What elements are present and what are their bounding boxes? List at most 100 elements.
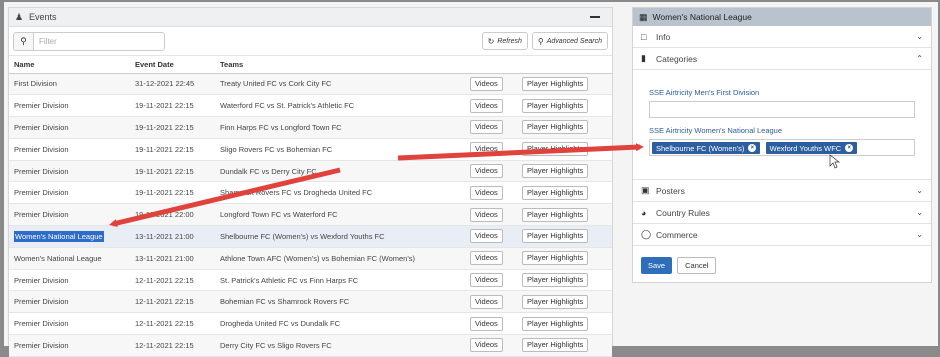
accordion-categories[interactable]: ▮ Categories ⌃ (633, 48, 931, 70)
videos-button[interactable]: Videos (470, 338, 503, 353)
cancel-button[interactable]: Cancel (677, 257, 717, 274)
player-highlights-button[interactable]: Player Highlights (522, 142, 589, 157)
videos-button[interactable]: Videos (470, 294, 503, 309)
accordion-country-rules[interactable]: ◕ Country Rules ⌄ (633, 202, 931, 224)
player-highlights-button[interactable]: Player Highlights (522, 316, 589, 331)
cell-event-date: 13-11-2021 21:00 (130, 247, 215, 270)
cell-videos: Videos (465, 312, 517, 336)
cell-event-date: 31-12-2021 22:45 (130, 73, 215, 96)
cell-highlights: Player Highlights (517, 290, 612, 314)
table-row[interactable]: Premier Division 12-11-2021 22:15 St. Patr… (9, 269, 612, 292)
cell-highlights: Player Highlights (517, 94, 612, 118)
column-header-event-date[interactable]: Event Date (130, 56, 215, 74)
player-highlights-button[interactable]: Player Highlights (522, 76, 589, 91)
cell-videos: Videos (465, 181, 517, 205)
player-highlights-button[interactable]: Player Highlights (522, 338, 589, 353)
save-button[interactable]: Save (641, 257, 673, 274)
detail-title: Women's National League (652, 12, 752, 22)
cell-highlights: Player Highlights (517, 225, 612, 248)
table-row[interactable]: Premier Division 19-11-2021 22:15 Shamrock… (9, 181, 612, 205)
column-header-highlights (517, 56, 612, 74)
player-highlights-button[interactable]: Player Highlights (522, 294, 589, 309)
cell-name: Premier Division (9, 94, 130, 118)
cell-name: Women's National League (9, 225, 130, 248)
cell-teams: Finn Harps FC vs Longford Town FC (215, 116, 465, 139)
cell-name: Premier Division (9, 203, 130, 227)
accordion-info[interactable]: □ Info ⌄ (633, 26, 931, 48)
events-title: Events (29, 12, 57, 22)
videos-button[interactable]: Videos (470, 207, 503, 222)
form-actions: Save Cancel (641, 257, 717, 274)
category-men-first-division-input[interactable] (649, 101, 915, 118)
videos-button[interactable]: Videos (470, 316, 503, 331)
videos-button[interactable]: Videos (470, 164, 503, 179)
cell-teams: Shelbourne FC (Women's) vs Wexford Youth… (215, 225, 465, 248)
advanced-search-label: Advanced Search (546, 37, 602, 45)
column-header-teams[interactable]: Teams (215, 56, 465, 74)
remove-tag-icon[interactable]: × (748, 144, 757, 152)
remove-tag-icon[interactable]: × (845, 144, 854, 152)
accordion-info-label: Info (656, 31, 671, 42)
cell-name: Premier Division (9, 334, 130, 357)
accordion-posters[interactable]: ▣ Posters ⌄ (633, 180, 931, 202)
cell-event-date: 19-11-2021 22:15 (130, 116, 215, 139)
table-row[interactable]: Premier Division 19-11-2021 22:15 Dundalk … (9, 160, 612, 183)
player-highlights-button[interactable]: Player Highlights (522, 185, 589, 200)
cell-name: Premier Division (9, 181, 130, 205)
users-icon: ♟ (15, 12, 24, 22)
cell-highlights: Player Highlights (517, 73, 612, 96)
table-row[interactable]: Premier Division 19-11-2021 22:00 Longford… (9, 203, 612, 227)
videos-button[interactable]: Videos (470, 229, 503, 244)
accordion-country-rules-label: Country Rules (656, 207, 710, 218)
table-row[interactable]: Premier Division 12-11-2021 22:15 Derry Ci… (9, 334, 612, 357)
player-highlights-button[interactable]: Player Highlights (522, 98, 589, 113)
events-panel: ♟ Events ⚲ ↻Refresh ⚲Advanced Search Nam… (8, 7, 613, 357)
videos-button[interactable]: Videos (470, 185, 503, 200)
cell-videos: Videos (465, 247, 517, 270)
player-highlights-button[interactable]: Player Highlights (522, 229, 589, 244)
cell-name: Premier Division (9, 312, 130, 336)
videos-button[interactable]: Videos (470, 98, 503, 113)
videos-button[interactable]: Videos (470, 120, 503, 135)
videos-button[interactable]: Videos (470, 76, 503, 91)
column-header-videos (465, 56, 517, 74)
cell-event-date: 13-11-2021 21:00 (130, 225, 215, 248)
player-highlights-button[interactable]: Player Highlights (522, 251, 589, 266)
cell-event-date: 19-11-2021 22:00 (130, 203, 215, 227)
cell-name: First Division (9, 73, 130, 96)
cell-teams: Longford Town FC vs Waterford FC (215, 203, 465, 227)
table-row[interactable]: Premier Division 19-11-2021 22:15 Waterfor… (9, 94, 612, 118)
cell-highlights: Player Highlights (517, 334, 612, 357)
events-header: ♟ Events (9, 8, 612, 27)
column-header-name[interactable]: Name (9, 56, 130, 74)
filter-input[interactable] (34, 32, 164, 50)
videos-button[interactable]: Videos (470, 251, 503, 266)
cell-name: Premier Division (9, 160, 130, 183)
cell-highlights: Player Highlights (517, 138, 612, 161)
categories-body: SSE Airtricity Men's First Division SSE … (633, 70, 931, 180)
table-row[interactable]: Women's National League 13-11-2021 21:00 S… (9, 225, 612, 248)
cell-event-date: 19-11-2021 22:15 (130, 160, 215, 183)
advanced-search-button[interactable]: ⚲ Advanced Search (531, 32, 608, 50)
player-highlights-button[interactable]: Player Highlights (522, 164, 589, 179)
collapse-button[interactable] (590, 16, 600, 18)
table-row[interactable]: Premier Division 12-11-2021 22:15 Drogheda… (9, 312, 612, 336)
player-highlights-button[interactable]: Player Highlights (522, 273, 589, 288)
cell-name: Women's National League (9, 247, 130, 270)
videos-button[interactable]: Videos (470, 142, 503, 157)
table-row[interactable]: Premier Division 12-11-2021 22:15 Bohemian… (9, 290, 612, 314)
globe-icon: ◕ (641, 207, 647, 218)
player-highlights-button[interactable]: Player Highlights (522, 120, 589, 135)
refresh-button[interactable]: ↻ Refresh (481, 32, 528, 50)
cell-teams: Waterford FC vs St. Patrick's Athletic F… (215, 94, 465, 118)
table-row[interactable]: Premier Division 19-11-2021 22:15 Sligo Ro… (9, 138, 612, 161)
cell-highlights: Player Highlights (517, 160, 612, 183)
category-women-national-league-input[interactable]: Shelbourne FC (Women's) × Wexford Youths … (649, 139, 915, 156)
cell-highlights: Player Highlights (517, 269, 612, 292)
table-row[interactable]: Premier Division 19-11-2021 22:15 Finn Har… (9, 116, 612, 139)
table-row[interactable]: Women's National League 13-11-2021 21:00 A… (9, 247, 612, 270)
table-row[interactable]: First Division 31-12-2021 22:45 Treaty Uni… (9, 73, 612, 96)
accordion-commerce[interactable]: ◯ Commerce ⌄ (633, 224, 931, 246)
player-highlights-button[interactable]: Player Highlights (522, 207, 589, 222)
videos-button[interactable]: Videos (470, 273, 503, 288)
